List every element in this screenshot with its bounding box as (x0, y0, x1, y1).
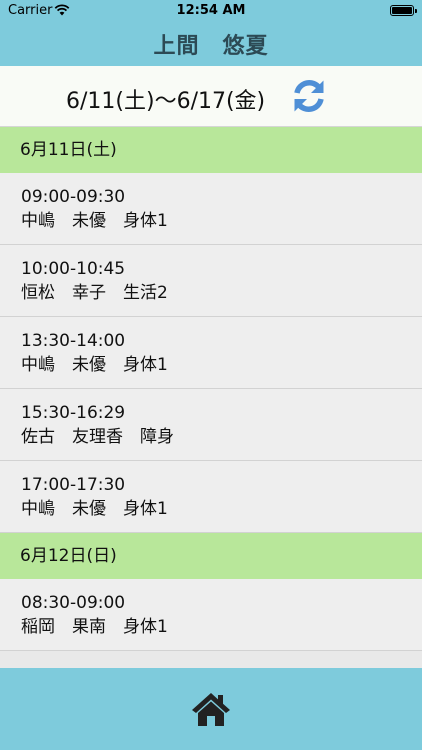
schedule-row[interactable]: 09:00-09:30 中嶋 未優 身体1 (0, 173, 422, 245)
service-code: 障身 (140, 427, 174, 447)
page-title: 上間 悠夏 (153, 34, 269, 59)
home-icon[interactable] (190, 690, 232, 728)
battery-icon (390, 5, 417, 16)
refresh-icon[interactable] (290, 77, 328, 115)
visit-time: 10:00-10:45 (21, 259, 126, 279)
service-code: 身体1 (123, 499, 168, 519)
visit-time: 13:30-14:00 (21, 331, 126, 351)
date-range-label: 6/11(土)～6/17(金) (66, 89, 266, 114)
client-name: 恒松 幸子 (21, 283, 106, 303)
day-header: 6月11日(土) (0, 127, 422, 173)
service-code: 身体1 (123, 617, 168, 637)
client-name: 稲岡 果南 (21, 617, 106, 637)
schedule-list[interactable]: 6月11日(土) 09:00-09:30 中嶋 未優 身体1 10:00-10:… (0, 127, 422, 668)
schedule-row[interactable]: 08:30-09:00 稲岡 果南 身体1 (0, 579, 422, 651)
service-code: 生活2 (123, 283, 168, 303)
schedule-row[interactable]: 15:30-16:29 佐古 友理香 障身 (0, 389, 422, 461)
status-time: 12:54 AM (176, 3, 246, 18)
status-bar: Carrier 12:54 AM (0, 0, 422, 22)
service-code: 身体1 (123, 355, 168, 375)
visit-time: 08:30-09:00 (21, 593, 126, 613)
day-header: 6月12日(日) (0, 533, 422, 579)
client-name: 中嶋 未優 (21, 211, 106, 231)
visit-time: 17:00-17:30 (21, 475, 126, 495)
schedule-row[interactable]: 17:00-17:30 中嶋 未優 身体1 (0, 461, 422, 533)
client-name: 中嶋 未優 (21, 355, 106, 375)
visit-time: 15:30-16:29 (21, 403, 126, 423)
schedule-row[interactable]: 13:30-14:00 中嶋 未優 身体1 (0, 317, 422, 389)
client-name: 中嶋 未優 (21, 499, 106, 519)
date-range-bar: 6/11(土)～6/17(金) (0, 66, 422, 127)
client-name: 佐古 友理香 (21, 427, 123, 447)
visit-time: 09:00-09:30 (21, 187, 126, 207)
schedule-row[interactable]: 10:00-10:45 恒松 幸子 生活2 (0, 245, 422, 317)
service-code: 身体1 (123, 211, 168, 231)
